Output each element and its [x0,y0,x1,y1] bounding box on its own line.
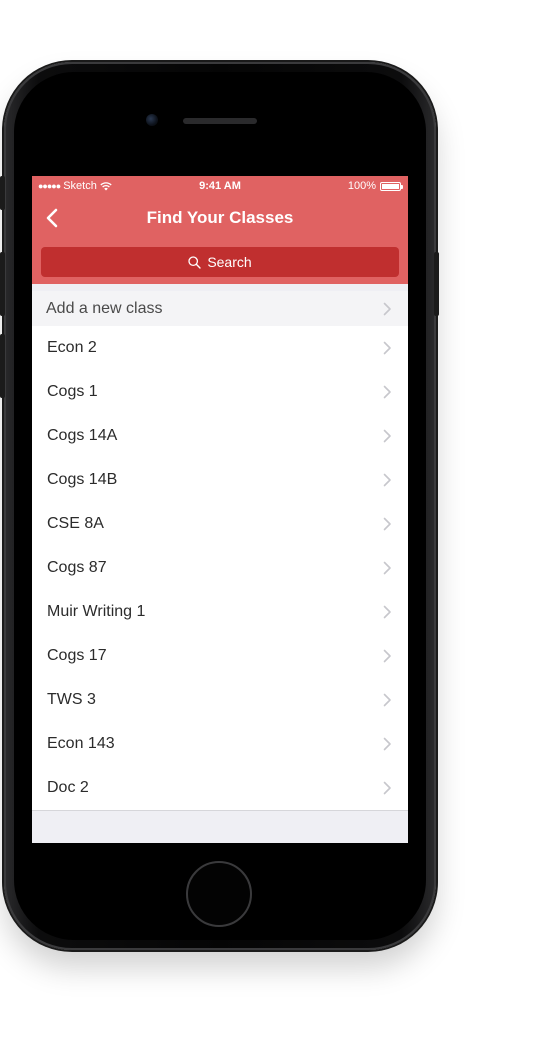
class-list-item[interactable]: Muir Writing 1 [32,590,408,634]
chevron-right-icon [383,605,391,619]
class-list-container: Add a new class Econ 2 Cogs 1 Cogs 14A C… [32,284,408,811]
class-list-item[interactable]: Cogs 14B [32,458,408,502]
status-battery-group: 100% [347,180,403,192]
class-name: Muir Writing 1 [47,603,146,620]
chevron-right-icon [383,649,391,663]
front-camera [146,114,158,126]
battery-percentage: 100% [347,180,376,192]
chevron-right-icon [383,473,391,487]
class-name: TWS 3 [47,691,96,708]
page-title: Find Your Classes [146,208,294,227]
class-name: Econ 2 [47,339,97,356]
search-input[interactable]: Search [41,247,399,277]
volume-down-button [0,334,5,398]
chevron-right-icon [383,302,391,315]
class-list-item[interactable]: TWS 3 [32,678,408,722]
class-list-item[interactable]: Cogs 87 [32,546,408,590]
chevron-right-icon [383,341,391,355]
chevron-right-icon [383,693,391,707]
class-list-item[interactable]: CSE 8A [32,502,408,546]
power-button [434,252,439,316]
class-list-item[interactable]: Cogs 17 [32,634,408,678]
home-button[interactable] [186,861,252,927]
chevron-right-icon [383,561,391,575]
search-placeholder: Search [207,254,252,270]
battery-icon [380,181,403,191]
mute-switch [0,176,5,210]
search-icon [188,255,202,269]
earpiece-speaker [183,118,257,124]
app-screen: ●●●●● Sketch 9:41 AM 100% Find Your Clas… [32,176,408,843]
class-name: Cogs 87 [47,559,107,576]
class-list-item[interactable]: Cogs 14A [32,414,408,458]
class-name: Econ 143 [47,735,115,752]
chevron-right-icon [383,385,391,399]
chevron-right-icon [383,737,391,751]
chevron-right-icon [383,517,391,531]
class-name: Doc 2 [47,779,89,796]
class-name: CSE 8A [47,515,104,532]
class-name: Cogs 14A [47,427,118,444]
list-divider [32,810,408,811]
navigation-bar: ●●●●● Sketch 9:41 AM 100% Find Your Clas… [32,176,408,284]
class-name: Cogs 1 [47,383,98,400]
add-class-row[interactable]: Add a new class [32,284,408,326]
class-name: Cogs 14B [47,471,118,488]
add-class-label: Add a new class [46,300,163,317]
battery-fill [382,183,399,189]
class-list-item[interactable]: Cogs 1 [32,370,408,414]
class-list: Econ 2 Cogs 1 Cogs 14A Cogs 14B CSE 8A C… [32,326,408,810]
class-list-item[interactable]: Econ 2 [32,326,408,370]
nav-title-row: Find Your Classes [32,200,408,236]
class-list-item[interactable]: Econ 143 [32,722,408,766]
chevron-right-icon [383,429,391,443]
mockup-stage: ●●●●● Sketch 9:41 AM 100% Find Your Clas… [0,0,534,1049]
class-list-item[interactable]: Doc 2 [32,766,408,810]
class-name: Cogs 17 [47,647,107,664]
status-bar: ●●●●● Sketch 9:41 AM 100% [32,176,408,196]
chevron-right-icon [383,781,391,795]
volume-up-button [0,252,5,316]
